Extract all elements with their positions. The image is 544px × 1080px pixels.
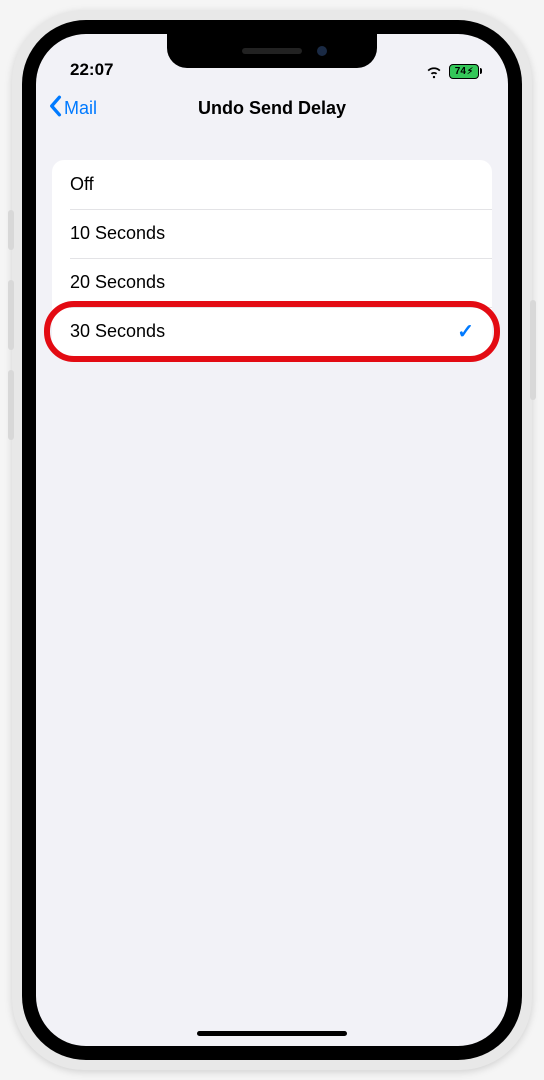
checkmark-icon: ✓ [457,319,474,344]
device-frame-outer: 22:07 74⚡︎ [0,0,544,1080]
charging-bolt-icon: ⚡︎ [467,66,473,77]
page-title: Undo Send Delay [36,98,508,119]
option-row[interactable]: Off [52,160,492,209]
status-time: 22:07 [70,60,113,80]
chevron-left-icon [48,95,62,122]
front-camera [317,46,327,56]
option-row[interactable]: 30 Seconds ✓ [52,307,492,356]
device-bezel: 22:07 74⚡︎ [22,20,522,1060]
power-button [530,300,536,400]
speaker-grille [242,48,302,54]
device-shell: 22:07 74⚡︎ [12,10,532,1070]
notch [167,34,377,68]
wifi-icon [425,62,443,80]
battery-percent: 74 [455,66,466,77]
option-label: 30 Seconds [70,321,165,342]
screen: 22:07 74⚡︎ [36,34,508,1046]
option-row[interactable]: 20 Seconds [52,258,492,307]
silence-switch [8,210,14,250]
volume-down-button [8,370,14,440]
back-label: Mail [64,98,97,119]
battery-indicator: 74⚡︎ [449,64,482,79]
option-label: 20 Seconds [70,272,165,293]
option-label: Off [70,174,94,195]
volume-up-button [8,280,14,350]
back-button[interactable]: Mail [48,95,97,122]
option-row[interactable]: 10 Seconds [52,209,492,258]
option-label: 10 Seconds [70,223,165,244]
content-area: Off 10 Seconds 20 Seconds 30 Seconds ✓ [36,132,508,1046]
status-right: 74⚡︎ [425,62,482,80]
home-indicator[interactable] [197,1031,347,1036]
options-list: Off 10 Seconds 20 Seconds 30 Seconds ✓ [52,160,492,356]
nav-bar: Mail Undo Send Delay [36,84,508,132]
